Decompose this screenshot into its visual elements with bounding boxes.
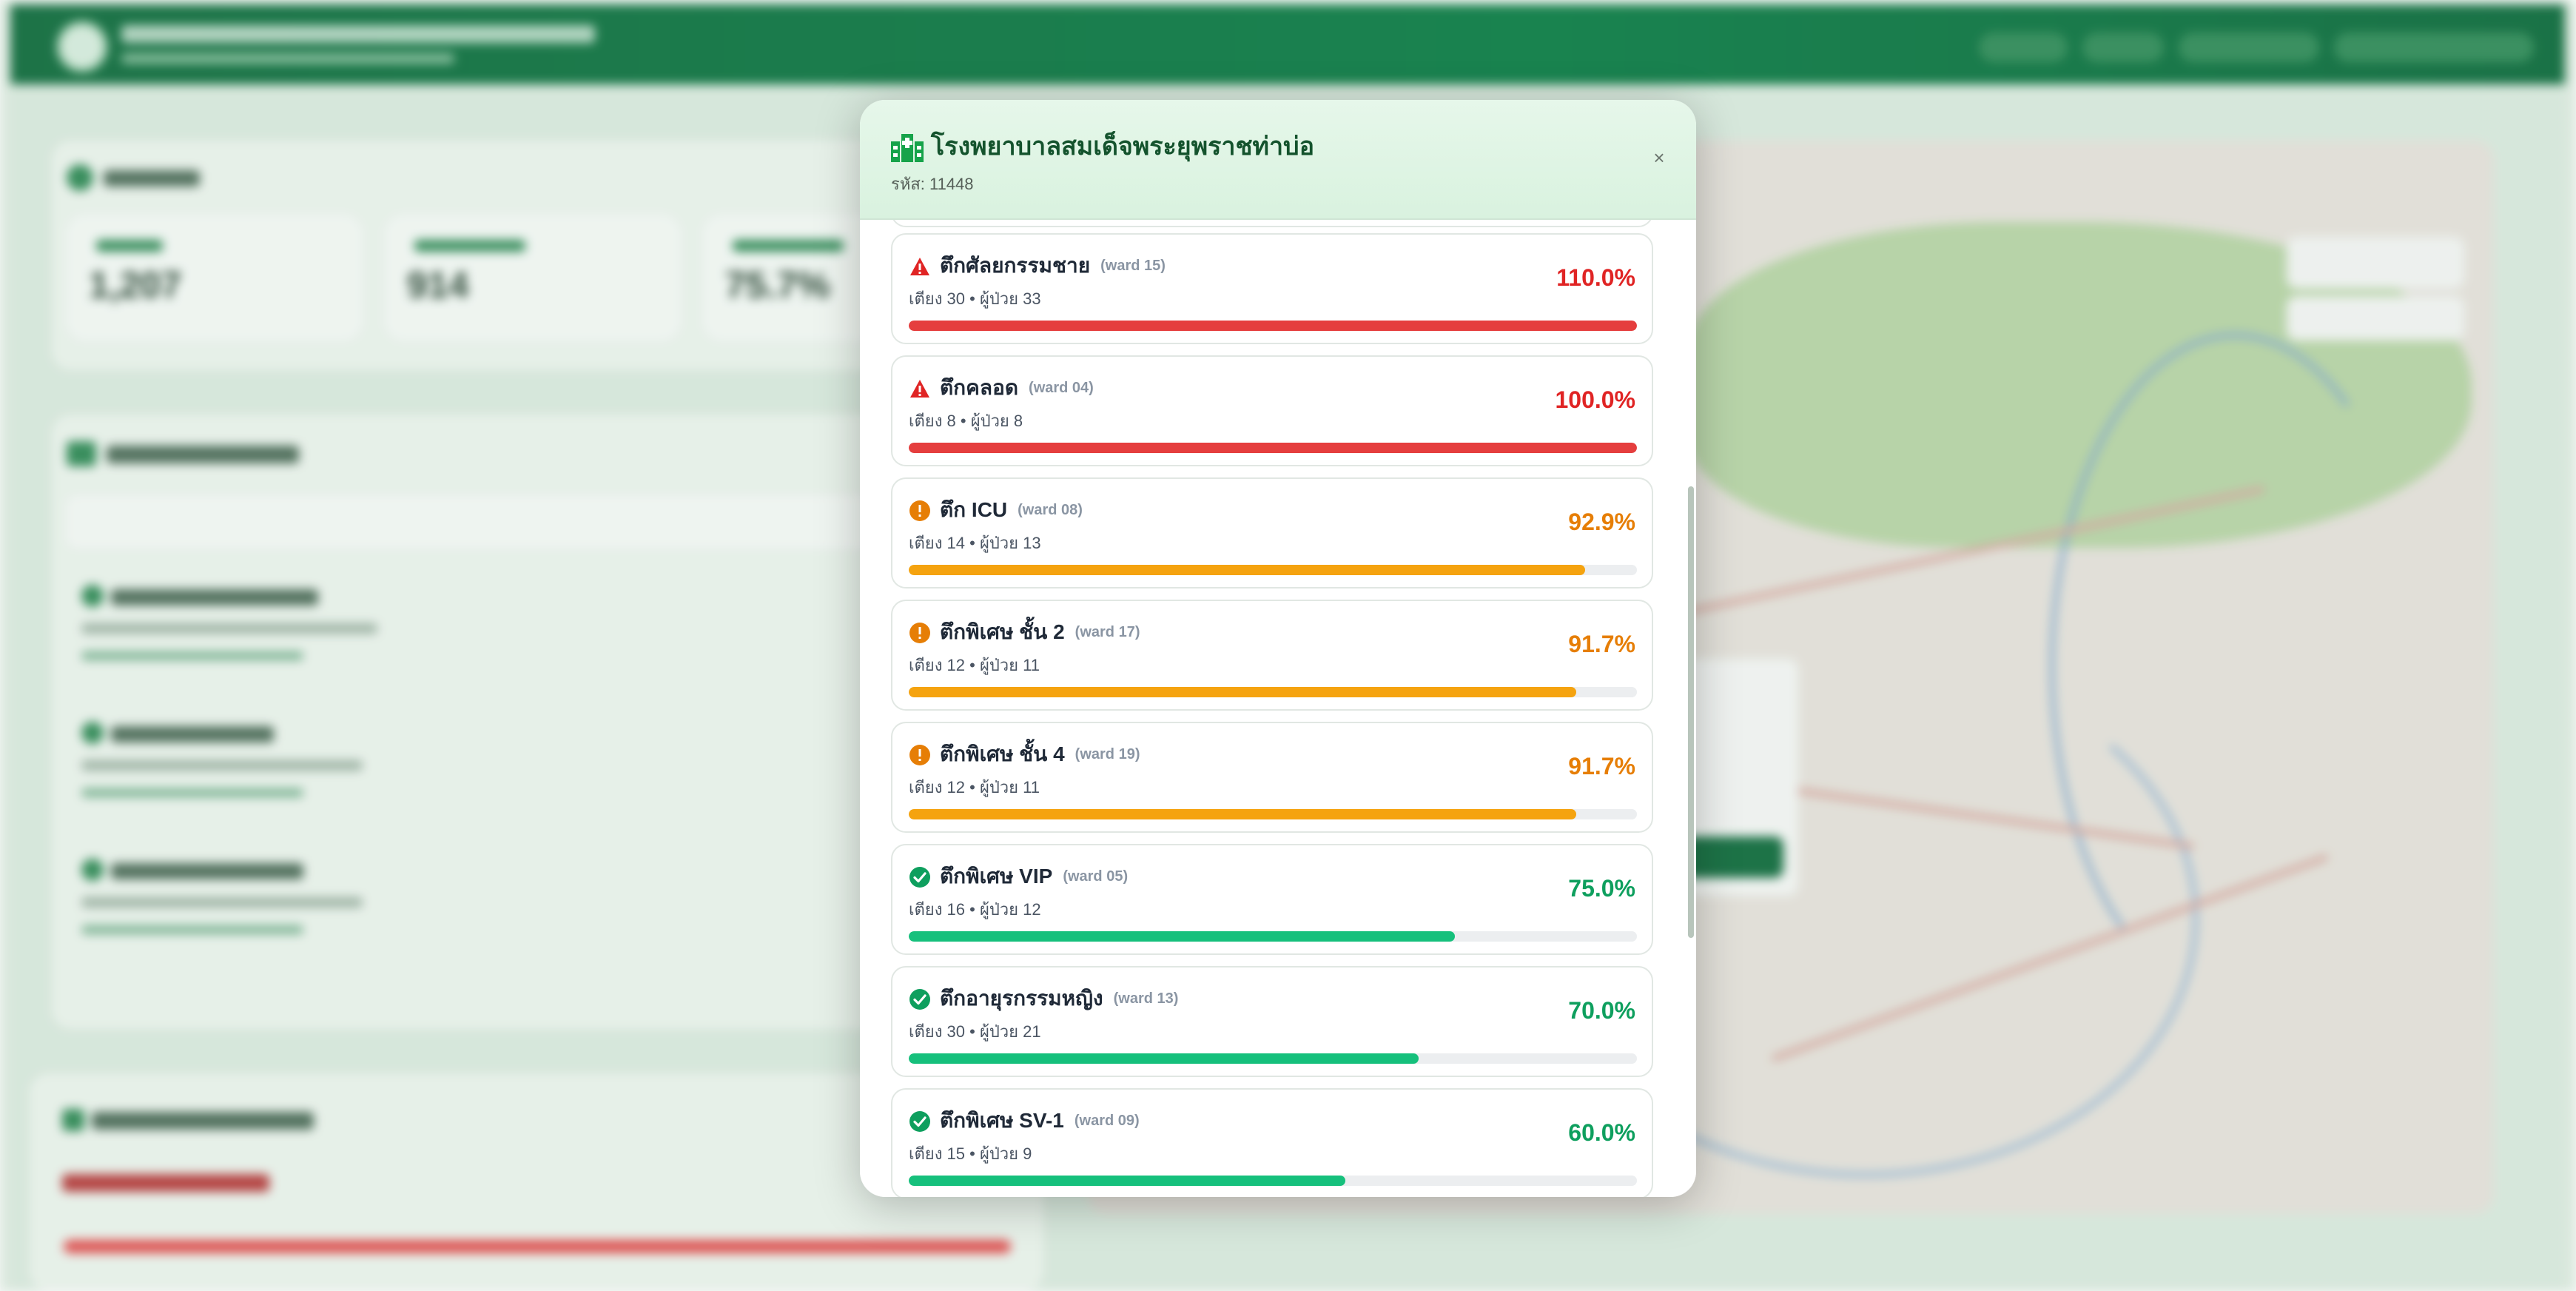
ward-code: (ward 05) [1063, 868, 1129, 885]
occupancy-bar-fill [909, 931, 1455, 942]
occupancy-bar-track [909, 321, 1637, 331]
ward-name: ตึกพิเศษ VIP (ward 05) [940, 862, 1128, 891]
ward-name-text: ตึกอายุรกรรมหญิง [940, 987, 1103, 1010]
ward-bed-info: เตียง 8 • ผู้ป่วย 8 [909, 412, 1023, 430]
check-circle-icon [909, 988, 931, 1010]
ward-bed-info: เตียง 16 • ผู้ป่วย 12 [909, 900, 1041, 919]
ward-card[interactable]: ตึกอายุรกรรมหญิง (ward 13) เตียง 30 • ผู้ป… [891, 966, 1653, 1077]
ward-bed-info: เตียง 15 • ผู้ป่วย 9 [909, 1144, 1032, 1163]
ward-occupancy-percent: 75.0% [1568, 875, 1635, 902]
ward-code: (ward 17) [1075, 624, 1140, 640]
ward-code: (ward 15) [1100, 258, 1166, 274]
ward-name-text: ตึก ICU [940, 498, 1008, 521]
ward-name-text: ตึกพิเศษ ชั้น 2 [940, 620, 1065, 643]
occupancy-bar-fill [909, 1176, 1346, 1186]
ward-name: ตึกพิเศษ ชั้น 4 (ward 19) [940, 740, 1140, 769]
ward-name-text: ตึกพิเศษ ชั้น 4 [940, 742, 1065, 765]
ward-occupancy-percent: 60.0% [1568, 1119, 1635, 1146]
ward-code: (ward 13) [1113, 990, 1179, 1007]
exclamation-circle-icon [909, 744, 931, 766]
ward-bed-info: เตียง 30 • ผู้ป่วย 33 [909, 289, 1041, 308]
hospital-code: รหัส: 11448 [891, 175, 974, 193]
ward-code: (ward 08) [1018, 502, 1083, 518]
ward-name: ตึกอายุรกรรมหญิง (ward 13) [940, 984, 1178, 1013]
ward-bed-info: เตียง 14 • ผู้ป่วย 13 [909, 534, 1041, 552]
occupancy-bar-track [909, 443, 1637, 453]
ward-name: ตึก ICU (ward 08) [940, 495, 1083, 525]
ward-card-partial [891, 220, 1653, 227]
check-circle-icon [909, 866, 931, 888]
occupancy-bar-track [909, 1176, 1637, 1186]
ward-name-text: ตึกพิเศษ VIP [940, 865, 1053, 888]
ward-bed-info: เตียง 12 • ผู้ป่วย 11 [909, 656, 1040, 674]
ward-occupancy-percent: 92.9% [1568, 509, 1635, 535]
occupancy-bar-track [909, 809, 1637, 819]
exclamation-circle-icon [909, 500, 931, 522]
ward-name: ตึกศัลยกรรมชาย (ward 15) [940, 251, 1166, 281]
ward-card[interactable]: ตึกศัลยกรรมชาย (ward 15) เตียง 30 • ผู้ป่ว… [891, 233, 1653, 344]
ward-card[interactable]: ตึก ICU (ward 08) เตียง 14 • ผู้ป่วย 13 92.… [891, 477, 1653, 589]
ward-bed-info: เตียง 12 • ผู้ป่วย 11 [909, 778, 1040, 797]
occupancy-bar-fill [909, 321, 1637, 331]
ward-code: (ward 19) [1075, 746, 1140, 762]
exclamation-circle-icon [909, 622, 931, 644]
warning-triangle-icon [909, 255, 931, 278]
modal-title: โรงพยาบาลสมเด็จพระยุพราชท่าบ่อ [931, 133, 1315, 161]
occupancy-bar-track [909, 565, 1637, 575]
ward-card[interactable]: ตึกคลอด (ward 04) เตียง 8 • ผู้ป่วย 8 100.0… [891, 355, 1653, 466]
occupancy-bar-fill [909, 565, 1586, 575]
ward-card[interactable]: ตึกพิเศษ SV-1 (ward 09) เตียง 15 • ผู้ป่วย… [891, 1088, 1653, 1197]
ward-name: ตึกคลอด (ward 04) [940, 373, 1094, 403]
occupancy-bar-fill [909, 809, 1577, 819]
ward-name-text: ตึกคลอด [940, 376, 1019, 399]
occupancy-bar-fill [909, 1053, 1419, 1064]
ward-name-text: ตึกพิเศษ SV-1 [940, 1109, 1064, 1132]
occupancy-bar-fill [909, 687, 1577, 697]
occupancy-bar-track [909, 687, 1637, 697]
ward-card[interactable]: ตึกพิเศษ VIP (ward 05) เตียง 16 • ผู้ป่วย … [891, 844, 1653, 955]
ward-occupancy-percent: 91.7% [1568, 753, 1635, 779]
occupancy-bar-fill [909, 443, 1637, 453]
occupancy-bar-track [909, 1053, 1637, 1064]
ward-name: ตึกพิเศษ ชั้น 2 (ward 17) [940, 617, 1140, 647]
hospital-icon [891, 134, 924, 162]
modal-header: โรงพยาบาลสมเด็จพระยุพราชท่าบ่อ รหัส: 114… [860, 100, 1696, 220]
ward-name: ตึกพิเศษ SV-1 (ward 09) [940, 1106, 1140, 1136]
occupancy-bar-track [909, 931, 1637, 942]
ward-bed-info: เตียง 30 • ผู้ป่วย 21 [909, 1022, 1041, 1041]
ward-occupancy-percent: 70.0% [1568, 997, 1635, 1024]
ward-occupancy-percent: 100.0% [1555, 386, 1635, 413]
ward-occupancy-percent: 110.0% [1556, 264, 1635, 291]
ward-occupancy-percent: 91.7% [1568, 631, 1635, 657]
ward-list[interactable]: ตึกศัลยกรรมชาย (ward 15) เตียง 30 • ผู้ป่ว… [860, 220, 1696, 1197]
ward-card[interactable]: ตึกพิเศษ ชั้น 4 (ward 19) เตียง 12 • ผู้ป่… [891, 722, 1653, 833]
close-button[interactable]: × [1644, 143, 1674, 172]
hospital-detail-modal: โรงพยาบาลสมเด็จพระยุพราชท่าบ่อ รหัส: 114… [860, 100, 1696, 1197]
check-circle-icon [909, 1110, 931, 1133]
ward-card[interactable]: ตึกพิเศษ ชั้น 2 (ward 17) เตียง 12 • ผู้ป่… [891, 600, 1653, 711]
ward-code: (ward 04) [1029, 380, 1094, 396]
warning-triangle-icon [909, 378, 931, 400]
scroll-thumb[interactable] [1688, 486, 1694, 938]
ward-name-text: ตึกศัลยกรรมชาย [940, 254, 1091, 277]
ward-code: (ward 09) [1074, 1113, 1140, 1129]
